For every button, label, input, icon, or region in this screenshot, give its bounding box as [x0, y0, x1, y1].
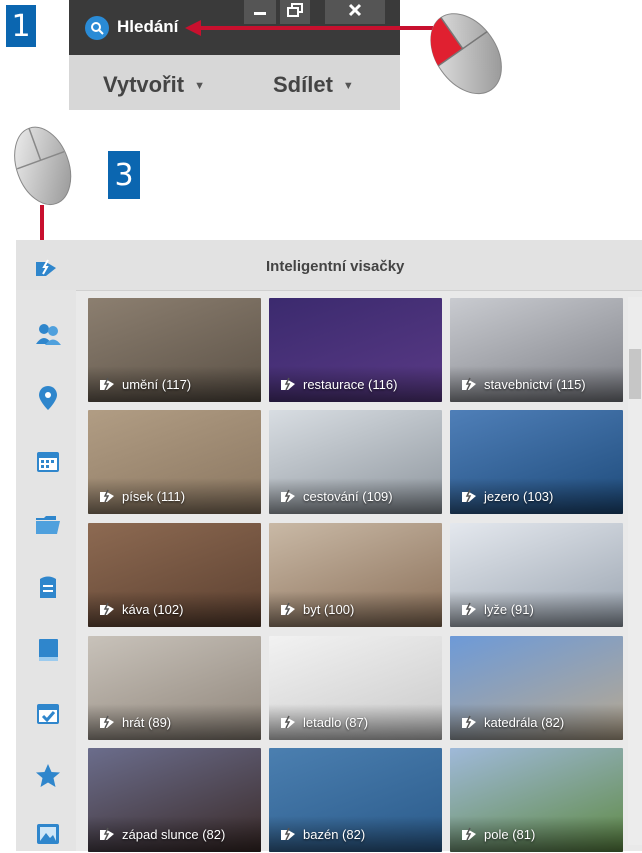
tile-label: byt (100)	[303, 602, 355, 617]
create-menu[interactable]: Vytvořit ▼	[103, 72, 205, 98]
step-3-badge: 3	[108, 151, 140, 199]
smart-tag-icon	[100, 602, 114, 616]
smart-tag-tile[interactable]: restaurace (116)	[269, 298, 442, 402]
tile-label: písek (111)	[122, 489, 186, 504]
smart-tag-tile[interactable]: bazén (82)	[269, 748, 442, 852]
chevron-down-icon: ▼	[194, 80, 205, 93]
tile-label: umění (117)	[122, 377, 192, 392]
mouse-icon	[6, 118, 78, 210]
tile-label: lyže (91)	[484, 602, 534, 617]
tile-label: káva (102)	[122, 602, 184, 617]
tile-label: letadlo (87)	[303, 715, 369, 730]
smart-tag-tile[interactable]: hrát (89)	[88, 636, 261, 740]
scrollbar[interactable]	[628, 297, 642, 845]
smart-tag-icon	[462, 715, 476, 729]
smart-tag-tile[interactable]: cestování (109)	[269, 410, 442, 514]
smart-tag-tile[interactable]: jezero (103)	[450, 410, 623, 514]
scrollbar-thumb[interactable]	[629, 349, 641, 399]
tile-label: cestování (109)	[303, 489, 393, 504]
smart-tag-icon	[281, 715, 295, 729]
smart-tag-icon	[100, 715, 114, 729]
smart-tag-icon	[281, 377, 295, 391]
chevron-down-icon: ▼	[342, 80, 354, 93]
smart-tag-icon	[462, 489, 476, 503]
create-menu-label: Vytvořit	[103, 72, 185, 97]
smart-tag-tile[interactable]: stavebnictví (115)	[450, 298, 623, 402]
tile-label: hrát (89)	[122, 715, 172, 730]
smart-tag-tile[interactable]: káva (102)	[88, 523, 261, 627]
tile-label: restaurace (116)	[303, 377, 398, 392]
albums-icon[interactable]	[34, 573, 62, 601]
events-icon[interactable]	[34, 699, 62, 727]
share-menu[interactable]: Sdílet ▼	[273, 72, 354, 98]
share-menu-label: Sdílet	[273, 72, 333, 97]
tile-label: jezero (103)	[484, 489, 554, 504]
places-icon[interactable]	[34, 384, 62, 412]
smart-tag-icon	[462, 602, 476, 616]
smart-tag-tile[interactable]: byt (100)	[269, 523, 442, 627]
smart-tag-tile[interactable]: letadlo (87)	[269, 636, 442, 740]
calendar-icon[interactable]	[34, 447, 62, 475]
smart-tag-tile[interactable]: lyže (91)	[450, 523, 623, 627]
tile-label: stavebnictví (115)	[484, 377, 586, 392]
smart-tag-icon	[100, 489, 114, 503]
folders-icon[interactable]	[34, 510, 62, 538]
smart-tag-tile[interactable]: umění (117)	[88, 298, 261, 402]
book-icon[interactable]	[34, 636, 62, 664]
panel-header: Inteligentní visačky	[16, 240, 642, 291]
search-button-label[interactable]: Hledání	[117, 17, 178, 37]
pointer-arrow-top	[185, 20, 433, 36]
smart-tags-icon[interactable]	[34, 256, 58, 278]
photos-icon[interactable]	[34, 820, 62, 848]
people-icon[interactable]	[34, 320, 62, 348]
smart-tag-tile[interactable]: západ slunce (82)	[88, 748, 261, 852]
app-toolbar: Hledání Vytvořit ▼ Sdílet ▼	[69, 0, 400, 110]
favorites-icon[interactable]	[34, 762, 62, 790]
tile-label: pole (81)	[484, 827, 536, 842]
smart-tag-tile[interactable]: pole (81)	[450, 748, 623, 852]
smart-tag-tile[interactable]: katedrála (82)	[450, 636, 623, 740]
smart-tag-icon	[100, 377, 114, 391]
smart-tag-icon	[462, 827, 476, 841]
step-1-badge: 1	[6, 5, 36, 47]
mouse-right-click-icon	[420, 2, 510, 102]
tile-label: západ slunce (82)	[122, 827, 226, 842]
smart-tag-icon	[281, 489, 295, 503]
sidebar	[16, 290, 76, 851]
smart-tag-icon	[100, 827, 114, 841]
smart-tag-icon	[281, 602, 295, 616]
smart-tag-tile[interactable]: písek (111)	[88, 410, 261, 514]
tile-label: bazén (82)	[303, 827, 366, 842]
smart-tag-icon	[462, 377, 476, 391]
search-icon[interactable]	[85, 16, 109, 40]
panel-title: Inteligentní visačky	[266, 258, 405, 275]
smart-tag-icon	[281, 827, 295, 841]
tile-label: katedrála (82)	[484, 715, 565, 730]
